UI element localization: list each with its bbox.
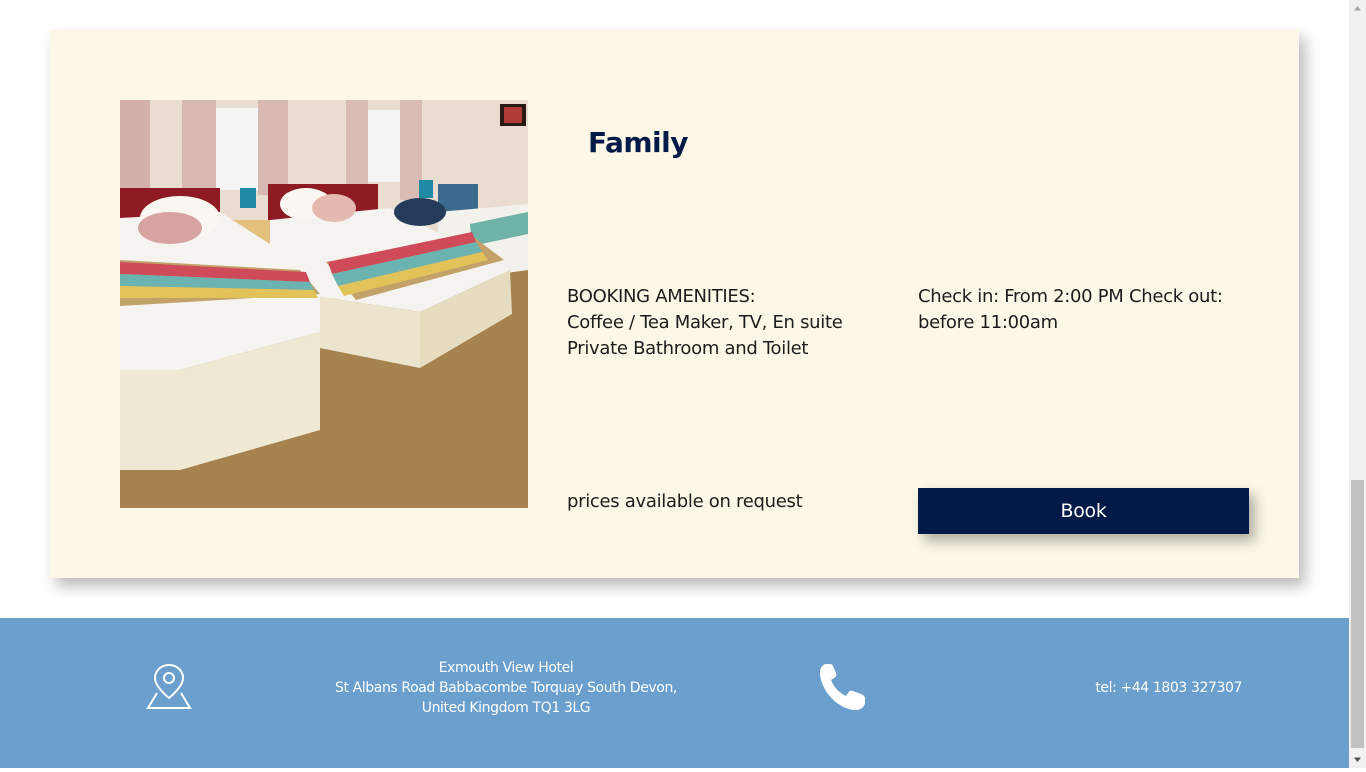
check-in-out-times: Check in: From 2:00 PM Check out: before… [918,286,1223,333]
room-photo-illustration [120,100,528,508]
page: Family BOOKING AMENITIES: Coffee / Tea M… [0,0,1349,768]
hotel-address: Exmouth View Hotel St Albans Road Babbac… [330,658,682,718]
phone-icon [818,660,868,712]
hotel-name: Exmouth View Hotel [438,660,574,676]
scroll-up-arrow-icon[interactable] [1349,0,1366,17]
telephone-number[interactable]: tel: +44 1803 327307 [1095,678,1242,698]
amenities-heading: BOOKING AMENITIES: [567,286,756,307]
amenities-list: Coffee / Tea Maker, TV, En suite Private… [567,312,843,359]
address-line-2: United Kingdom TQ1 3LG [421,700,591,716]
booking-amenities: BOOKING AMENITIES: Coffee / Tea Maker, T… [567,284,887,362]
prices-note: prices available on request [567,491,803,512]
book-button[interactable]: Book [918,488,1249,534]
room-title: Family [588,126,689,159]
address-line-1: St Albans Road Babbacombe Torquay South … [335,680,677,696]
room-card: Family BOOKING AMENITIES: Coffee / Tea M… [50,30,1299,578]
map-pin-icon [144,662,194,710]
room-photo [120,100,528,508]
scroll-down-arrow-icon[interactable] [1349,751,1366,768]
scrollbar-thumb[interactable] [1351,480,1364,748]
vertical-scrollbar[interactable] [1349,0,1366,768]
